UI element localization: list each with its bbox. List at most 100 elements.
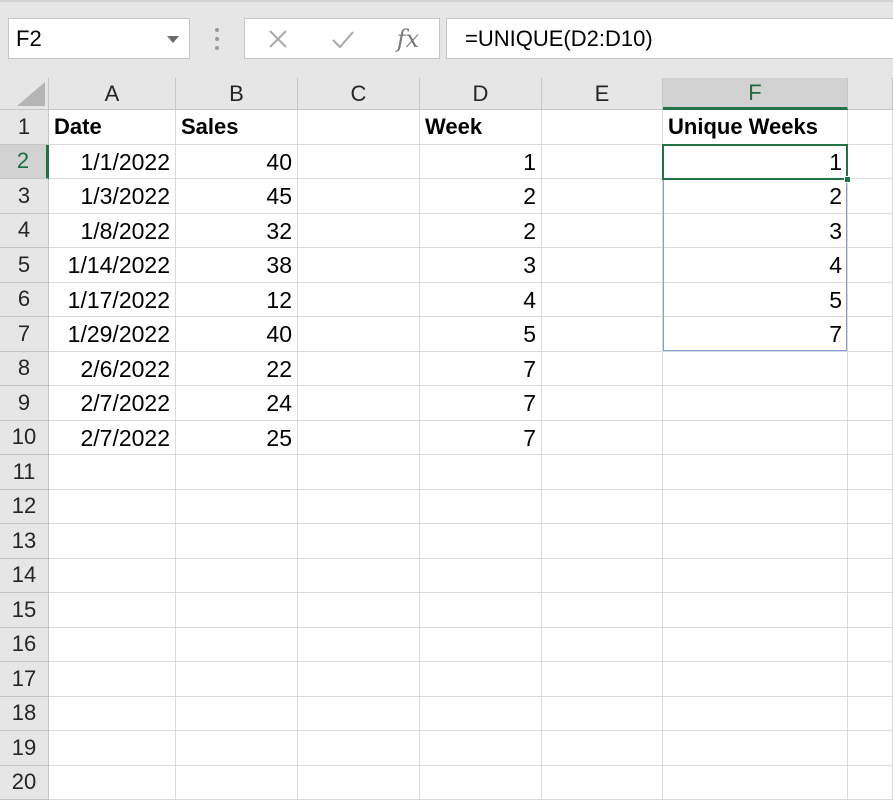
cell-next10[interactable] bbox=[848, 420, 893, 455]
cell-d15[interactable] bbox=[420, 593, 542, 628]
cell-e13[interactable] bbox=[542, 524, 663, 559]
row-header-2[interactable]: 2 bbox=[0, 144, 49, 179]
cell-a11[interactable] bbox=[49, 455, 176, 490]
cell-e9[interactable] bbox=[542, 386, 663, 421]
cell-e6[interactable] bbox=[542, 282, 663, 317]
row-header-8[interactable]: 8 bbox=[0, 351, 49, 386]
cell-f3[interactable]: 2 bbox=[663, 179, 848, 214]
cell-f14[interactable] bbox=[663, 558, 848, 593]
cell-e20[interactable] bbox=[542, 765, 663, 800]
cell-e1[interactable] bbox=[542, 110, 663, 145]
chevron-down-icon[interactable] bbox=[167, 36, 179, 43]
cell-next8[interactable] bbox=[848, 351, 893, 386]
cell-c3[interactable] bbox=[298, 179, 420, 214]
cell-a4[interactable]: 1/8/2022 bbox=[49, 213, 176, 248]
cell-a17[interactable] bbox=[49, 662, 176, 697]
cell-c9[interactable] bbox=[298, 386, 420, 421]
cell-a18[interactable] bbox=[49, 696, 176, 731]
column-header-b[interactable]: B bbox=[176, 78, 298, 110]
column-header-next[interactable] bbox=[848, 78, 893, 110]
cell-a14[interactable] bbox=[49, 558, 176, 593]
cell-f19[interactable] bbox=[663, 731, 848, 766]
cell-b17[interactable] bbox=[176, 662, 298, 697]
row-header-15[interactable]: 15 bbox=[0, 593, 49, 628]
row-header-14[interactable]: 14 bbox=[0, 558, 49, 593]
cell-d6[interactable]: 4 bbox=[420, 282, 542, 317]
row-header-7[interactable]: 7 bbox=[0, 317, 49, 352]
cell-b11[interactable] bbox=[176, 455, 298, 490]
cell-f9[interactable] bbox=[663, 386, 848, 421]
row-header-5[interactable]: 5 bbox=[0, 248, 49, 283]
cell-next15[interactable] bbox=[848, 593, 893, 628]
cell-e5[interactable] bbox=[542, 248, 663, 283]
cell-c18[interactable] bbox=[298, 696, 420, 731]
cell-a1[interactable]: Date bbox=[49, 110, 176, 145]
cell-d8[interactable]: 7 bbox=[420, 351, 542, 386]
cell-f4[interactable]: 3 bbox=[663, 213, 848, 248]
cell-c7[interactable] bbox=[298, 317, 420, 352]
column-header-f[interactable]: F bbox=[663, 78, 848, 110]
cell-c19[interactable] bbox=[298, 731, 420, 766]
cell-next18[interactable] bbox=[848, 696, 893, 731]
row-header-10[interactable]: 10 bbox=[0, 420, 49, 455]
cell-a12[interactable] bbox=[49, 489, 176, 524]
cell-b6[interactable]: 12 bbox=[176, 282, 298, 317]
cell-c1[interactable] bbox=[298, 110, 420, 145]
cell-f5[interactable]: 4 bbox=[663, 248, 848, 283]
cell-a19[interactable] bbox=[49, 731, 176, 766]
cell-d17[interactable] bbox=[420, 662, 542, 697]
cell-d7[interactable]: 5 bbox=[420, 317, 542, 352]
cell-a7[interactable]: 1/29/2022 bbox=[49, 317, 176, 352]
row-header-4[interactable]: 4 bbox=[0, 213, 49, 248]
row-header-17[interactable]: 17 bbox=[0, 662, 49, 697]
cell-e7[interactable] bbox=[542, 317, 663, 352]
cell-e3[interactable] bbox=[542, 179, 663, 214]
cell-f11[interactable] bbox=[663, 455, 848, 490]
cell-e19[interactable] bbox=[542, 731, 663, 766]
cell-b7[interactable]: 40 bbox=[176, 317, 298, 352]
insert-function-button[interactable]: fx bbox=[388, 23, 428, 55]
cell-a9[interactable]: 2/7/2022 bbox=[49, 386, 176, 421]
cell-b10[interactable]: 25 bbox=[176, 420, 298, 455]
cell-e4[interactable] bbox=[542, 213, 663, 248]
column-header-c[interactable]: C bbox=[298, 78, 420, 110]
cell-a5[interactable]: 1/14/2022 bbox=[49, 248, 176, 283]
cell-c11[interactable] bbox=[298, 455, 420, 490]
cell-d19[interactable] bbox=[420, 731, 542, 766]
row-header-20[interactable]: 20 bbox=[0, 765, 49, 800]
formula-input[interactable]: =UNIQUE(D2:D10) bbox=[446, 18, 893, 59]
cell-b9[interactable]: 24 bbox=[176, 386, 298, 421]
column-header-a[interactable]: A bbox=[49, 78, 176, 110]
cell-d5[interactable]: 3 bbox=[420, 248, 542, 283]
cell-next2[interactable] bbox=[848, 144, 893, 179]
row-header-19[interactable]: 19 bbox=[0, 731, 49, 766]
cell-next1[interactable] bbox=[848, 110, 893, 145]
row-header-3[interactable]: 3 bbox=[0, 179, 49, 214]
x-icon[interactable] bbox=[258, 23, 298, 55]
cell-next14[interactable] bbox=[848, 558, 893, 593]
cell-a15[interactable] bbox=[49, 593, 176, 628]
cell-b18[interactable] bbox=[176, 696, 298, 731]
cell-e10[interactable] bbox=[542, 420, 663, 455]
cell-c2[interactable] bbox=[298, 144, 420, 179]
cell-e12[interactable] bbox=[542, 489, 663, 524]
cell-b5[interactable]: 38 bbox=[176, 248, 298, 283]
cell-b15[interactable] bbox=[176, 593, 298, 628]
cell-c20[interactable] bbox=[298, 765, 420, 800]
cell-c13[interactable] bbox=[298, 524, 420, 559]
cell-b13[interactable] bbox=[176, 524, 298, 559]
cell-b20[interactable] bbox=[176, 765, 298, 800]
cell-a13[interactable] bbox=[49, 524, 176, 559]
cell-next5[interactable] bbox=[848, 248, 893, 283]
cell-d9[interactable]: 7 bbox=[420, 386, 542, 421]
cell-d3[interactable]: 2 bbox=[420, 179, 542, 214]
cell-f8[interactable] bbox=[663, 351, 848, 386]
cell-b2[interactable]: 40 bbox=[176, 144, 298, 179]
cell-c8[interactable] bbox=[298, 351, 420, 386]
cell-a8[interactable]: 2/6/2022 bbox=[49, 351, 176, 386]
cell-c15[interactable] bbox=[298, 593, 420, 628]
cell-next4[interactable] bbox=[848, 213, 893, 248]
grip-handle-icon[interactable] bbox=[214, 28, 220, 50]
cell-next17[interactable] bbox=[848, 662, 893, 697]
cell-a16[interactable] bbox=[49, 627, 176, 662]
